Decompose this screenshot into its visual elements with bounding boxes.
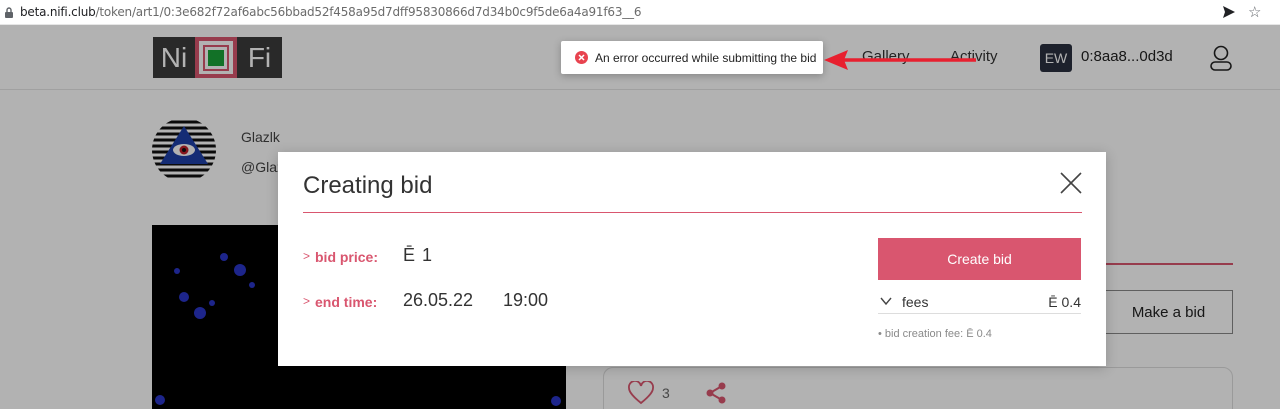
browser-address-bar[interactable]: beta.nifi.club/token/art1/0:3e682f72af6a… <box>0 0 1280 25</box>
end-date-value[interactable]: 26.05.22 <box>403 290 473 311</box>
url-host: beta.nifi.club <box>20 5 96 19</box>
url-path: /token/art1/0:3e682f72af6abc56bbad52f458… <box>95 5 642 19</box>
currency-symbol: Ē <box>403 245 416 265</box>
annotation-arrow-icon <box>824 50 976 70</box>
bid-price-value[interactable]: 1 <box>422 245 432 266</box>
end-time-value[interactable]: 19:00 <box>503 290 548 311</box>
bid-price-label: bid price: <box>315 249 379 265</box>
error-icon <box>575 51 588 64</box>
fees-toggle[interactable]: fees Ē 0.4 <box>878 292 1081 314</box>
modal-divider <box>303 212 1082 213</box>
send-icon[interactable] <box>1222 5 1236 19</box>
url-text[interactable]: beta.nifi.club/token/art1/0:3e682f72af6a… <box>20 5 641 19</box>
lock-icon <box>5 7 13 18</box>
fees-label: fees <box>902 294 929 310</box>
end-time-label: end time: <box>315 294 378 310</box>
close-icon[interactable] <box>1060 172 1082 194</box>
chevron-right-icon: > <box>303 249 311 263</box>
toast-message: An error occurred while submitting the b… <box>595 51 817 65</box>
chevron-down-icon <box>880 297 892 306</box>
fees-value: Ē 0.4 <box>1048 294 1081 310</box>
fees-note: • bid creation fee: Ē 0.4 <box>878 328 992 340</box>
bookmark-star-icon[interactable]: ☆ <box>1248 3 1261 21</box>
creating-bid-modal: Creating bid > bid price: Ē 1 > end time… <box>278 152 1106 366</box>
error-toast: An error occurred while submitting the b… <box>561 41 823 74</box>
create-bid-button[interactable]: Create bid <box>878 238 1081 280</box>
modal-title: Creating bid <box>303 172 433 199</box>
chevron-right-icon: > <box>303 294 311 308</box>
